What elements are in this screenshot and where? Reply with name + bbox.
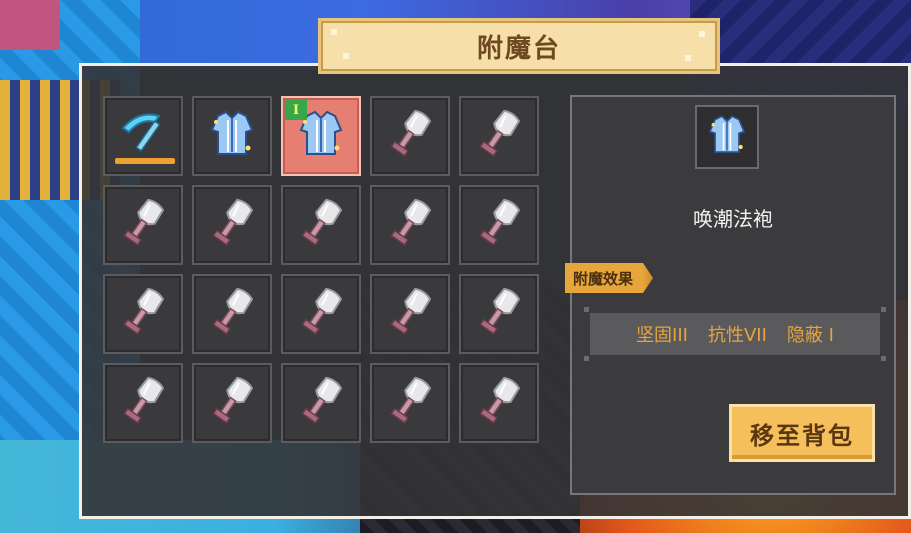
inventory-slot[interactable] bbox=[281, 363, 361, 443]
inventory-grid: I bbox=[103, 96, 539, 443]
shovel-icon bbox=[382, 106, 438, 166]
inventory-slot[interactable] bbox=[459, 363, 539, 443]
shovel-icon bbox=[204, 195, 260, 255]
shovel-icon bbox=[115, 195, 171, 255]
inventory-slot[interactable] bbox=[103, 185, 183, 265]
shovel-icon bbox=[471, 106, 527, 166]
shovel-icon bbox=[115, 284, 171, 344]
enchant-effect: 抗性VII bbox=[707, 325, 767, 346]
shovel-icon bbox=[204, 284, 260, 344]
enchant-effects-label: 附魔效果 bbox=[565, 263, 644, 293]
shovel-icon bbox=[471, 195, 527, 255]
shovel-icon bbox=[293, 195, 349, 255]
shovel-icon bbox=[115, 373, 171, 433]
inventory-slot[interactable] bbox=[370, 363, 450, 443]
inventory-slot[interactable] bbox=[459, 96, 539, 176]
enchant-effects-bar: 坚固III 抗性VII 隐蔽 I bbox=[584, 307, 886, 361]
shovel-icon bbox=[293, 284, 349, 344]
inventory-slot[interactable] bbox=[281, 185, 361, 265]
shovel-icon bbox=[471, 284, 527, 344]
inventory-slot[interactable] bbox=[192, 274, 272, 354]
robe-icon bbox=[703, 111, 751, 163]
inventory-slot[interactable] bbox=[103, 96, 183, 176]
pickaxe-icon bbox=[115, 106, 171, 166]
title-banner: 附魔台 bbox=[318, 18, 720, 74]
shovel-icon bbox=[382, 373, 438, 433]
inventory-slot[interactable] bbox=[281, 274, 361, 354]
inventory-slot[interactable] bbox=[459, 185, 539, 265]
inventory-slot[interactable] bbox=[459, 274, 539, 354]
inventory-slot[interactable] bbox=[370, 274, 450, 354]
tier-badge: I bbox=[285, 100, 307, 120]
inventory-slot[interactable] bbox=[103, 274, 183, 354]
shovel-icon bbox=[382, 195, 438, 255]
shovel-icon bbox=[382, 284, 438, 344]
inventory-slot[interactable] bbox=[103, 363, 183, 443]
inventory-slot[interactable] bbox=[192, 185, 272, 265]
page-title: 附魔台 bbox=[476, 33, 561, 64]
enchant-effect: 坚固III bbox=[636, 325, 688, 346]
inventory-slot[interactable] bbox=[192, 96, 272, 176]
enchant-effect: 隐蔽 I bbox=[786, 325, 834, 346]
move-to-backpack-button[interactable]: 移至背包 bbox=[729, 404, 875, 462]
shovel-icon bbox=[471, 373, 527, 433]
durability-bar bbox=[115, 158, 175, 164]
shovel-icon bbox=[293, 373, 349, 433]
inventory-slot[interactable] bbox=[370, 185, 450, 265]
robe-icon bbox=[204, 106, 260, 166]
inventory-slot[interactable] bbox=[192, 363, 272, 443]
item-name: 唤潮法袍 bbox=[693, 207, 773, 231]
shovel-icon bbox=[204, 373, 260, 433]
inventory-slot[interactable]: I bbox=[281, 96, 361, 176]
inventory-slot[interactable] bbox=[370, 96, 450, 176]
selected-item-icon bbox=[695, 105, 759, 169]
